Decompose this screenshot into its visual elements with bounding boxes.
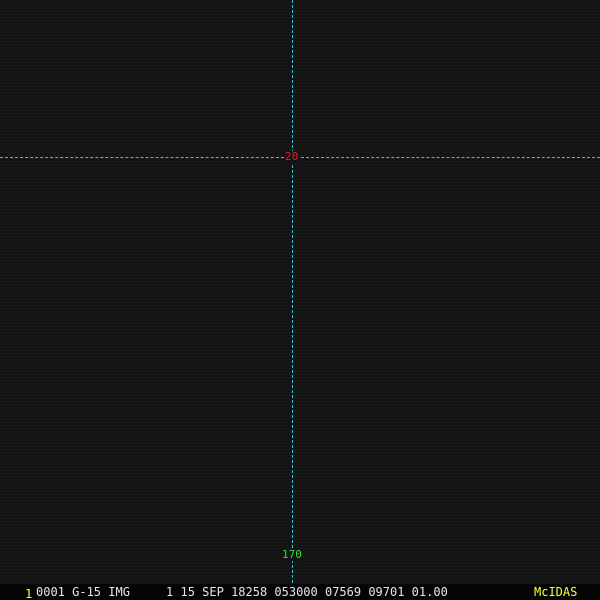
- latitude-grid-line: [0, 157, 600, 158]
- image-status-bar: 1 0001 G-15 IMG 1 15 SEP 18258 053000 07…: [0, 584, 600, 600]
- latitude-label: 20: [284, 150, 300, 163]
- image-info-text: 0001 G-15 IMG 1 15 SEP 18258 053000 0756…: [36, 585, 448, 599]
- frame-number: 1: [25, 587, 33, 600]
- longitude-label: 170: [281, 548, 303, 561]
- mcidas-brand-label: McIDAS: [534, 585, 578, 599]
- longitude-grid-line: [292, 0, 293, 583]
- satellite-image-viewport[interactable]: 20 170 1 0001 G-15 IMG 1 15 SEP 18258 05…: [0, 0, 600, 600]
